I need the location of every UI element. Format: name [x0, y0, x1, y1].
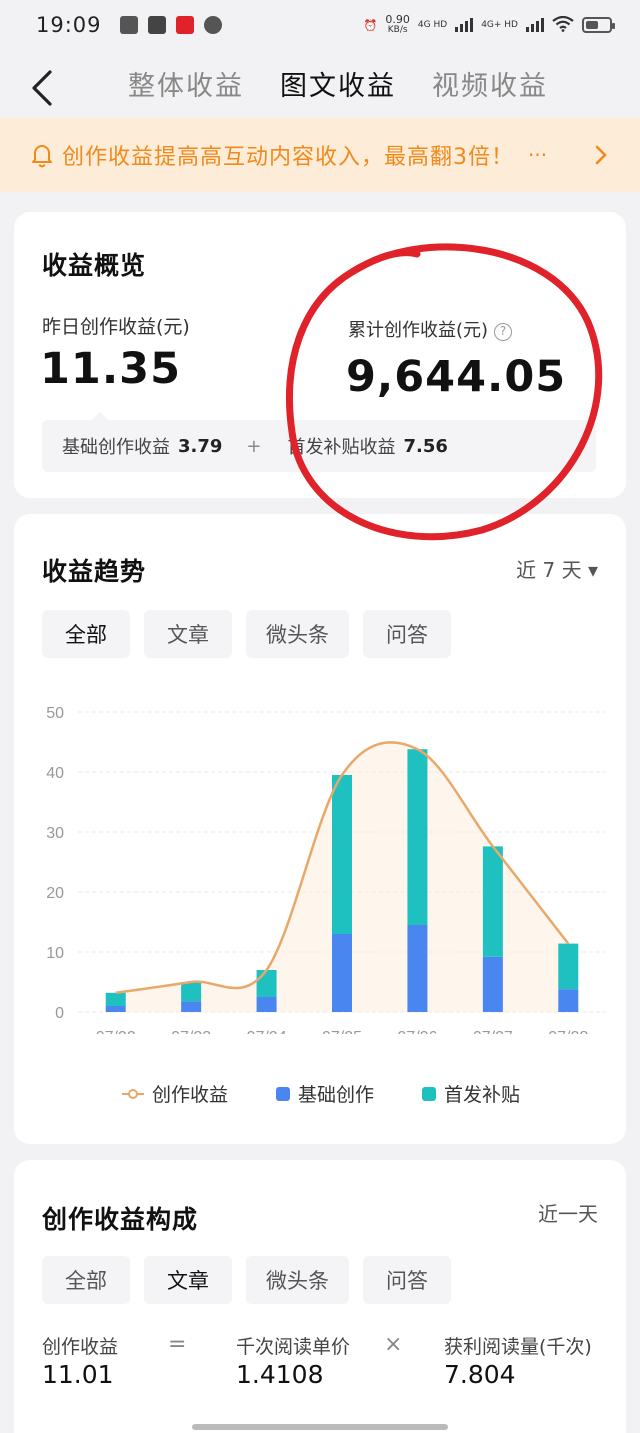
net-speed: 0.90 KB/s — [385, 13, 410, 35]
basic-label: 基础创作收益 — [62, 437, 170, 458]
chart-legend: 创作收益 基础创作 首发补贴 — [122, 1080, 520, 1107]
trend-card: 收益趋势 近 7 天 ▾ 全部 文章 微头条 问答 0 10 20 30 40 50 07/… — [14, 514, 626, 1144]
signal-label-2: 4G+ HD — [481, 20, 518, 30]
tab-overall[interactable]: 整体收益 — [128, 64, 244, 103]
chat-bubble-icon — [203, 16, 222, 34]
bar-basic — [105, 1006, 126, 1012]
legend-item-basic[interactable]: 基础创作 — [276, 1080, 374, 1107]
notification-icons — [119, 16, 222, 34]
status-bar: 19:09 ⏰ 0.90 KB/s 4G HD 4G+ HD — [0, 0, 640, 50]
tab-video[interactable]: 视频收益 — [432, 64, 548, 103]
earn-value: 11.01 — [42, 1360, 114, 1389]
trend-filter-qa[interactable]: 问答 — [363, 610, 451, 658]
mail-icon — [147, 16, 166, 34]
y-tick-label: 20 — [46, 885, 64, 902]
comp-filter-all[interactable]: 全部 — [42, 1256, 130, 1304]
y-tick-label: 0 — [55, 1005, 64, 1022]
heart-app-icon — [175, 16, 194, 34]
status-time: 19:09 — [36, 13, 102, 37]
legend-label-basic: 基础创作 — [298, 1084, 375, 1106]
reads-value: 7.804 — [444, 1360, 516, 1389]
battery-icon — [582, 17, 615, 33]
bar-basic — [256, 997, 277, 1012]
bar-subsidy — [105, 992, 126, 1006]
wifi-icon — [552, 15, 574, 35]
equals-sign: = — [168, 1332, 187, 1357]
comp-filter-article[interactable]: 文章 — [144, 1256, 232, 1304]
price-label: 千次阅读单价 — [236, 1336, 351, 1358]
y-tick-label: 10 — [46, 945, 64, 962]
price-value: 1.4108 — [236, 1360, 324, 1389]
yesterday-value: 11.35 — [40, 344, 182, 394]
banner-text: 创作收益提高高互动内容收入，最高翻3倍！ — [62, 145, 514, 170]
tab-article[interactable]: 图文收益 — [280, 64, 396, 103]
trend-range-dropdown[interactable]: 近 7 天 ▾ — [516, 554, 598, 583]
trend-filter-article[interactable]: 文章 — [144, 610, 232, 658]
bell-icon — [32, 145, 52, 168]
y-tick-label: 30 — [46, 825, 64, 842]
alarm-icon: ⏰ — [363, 18, 378, 32]
banner-ellipsis: ··· — [528, 143, 548, 167]
home-indicator — [192, 1424, 448, 1430]
bar-basic — [181, 1001, 202, 1012]
bar-subsidy — [332, 775, 352, 934]
status-right: ⏰ 0.90 KB/s 4G HD 4G+ HD — [363, 13, 615, 36]
bar-subsidy — [256, 970, 277, 997]
legend-label-total: 创作收益 — [152, 1084, 229, 1106]
earn-label: 创作收益 — [42, 1336, 119, 1358]
top-nav: 整体收益 图文收益 视频收益 — [0, 52, 640, 118]
comp-filter-micro[interactable]: 微头条 — [246, 1256, 349, 1304]
toutiao-app-icon — [119, 16, 138, 34]
bar-basic — [332, 934, 352, 1012]
chevron-right-icon[interactable] — [594, 144, 608, 172]
y-tick-label: 50 — [46, 705, 64, 722]
signal-label-1: 4G HD — [417, 20, 448, 30]
bar-subsidy — [558, 943, 579, 990]
trend-filter-all[interactable]: 全部 — [42, 610, 130, 658]
signal-icon-2 — [526, 18, 544, 32]
legend-label-subsidy: 首发补贴 — [444, 1084, 521, 1106]
x-tick-label: 07/24 — [247, 1029, 287, 1034]
legend-item-total[interactable]: 创作收益 — [122, 1080, 228, 1107]
x-tick-label: 07/23 — [171, 1029, 211, 1034]
revenue-trend-chart: 0 10 20 30 40 50 07/22 07/23 07/24 07/25 07/26 07/2… — [46, 705, 606, 1034]
x-tick-label: 07/28 — [548, 1029, 588, 1034]
x-tick-label: 07/26 — [397, 1029, 437, 1034]
line-marker-icon — [122, 1088, 144, 1099]
basic-value: 3.79 — [178, 435, 223, 457]
x-tick-label: 07/27 — [473, 1029, 513, 1034]
x-tick-label: 07/25 — [322, 1029, 362, 1034]
trend-filters: 全部 文章 微头条 问答 — [42, 610, 451, 658]
legend-swatch-subsidy — [422, 1086, 437, 1101]
composition-range[interactable]: 近一天 — [538, 1198, 598, 1227]
plus-sign: + — [246, 435, 262, 457]
trend-title: 收益趋势 — [42, 557, 147, 586]
reads-label: 获利阅读量(千次) — [444, 1336, 592, 1358]
legend-item-subsidy[interactable]: 首发补贴 — [422, 1080, 520, 1107]
composition-card: 创作收益构成 近一天 全部 文章 微头条 问答 创作收益 11.01 = 千次阅… — [14, 1160, 626, 1433]
legend-swatch-basic — [276, 1086, 291, 1101]
trend-filter-micro[interactable]: 微头条 — [246, 610, 349, 658]
bar-basic — [407, 925, 428, 1012]
composition-filters: 全部 文章 微头条 问答 — [42, 1256, 451, 1304]
overview-title: 收益概览 — [42, 251, 147, 280]
comp-filter-qa[interactable]: 问答 — [363, 1256, 451, 1304]
yesterday-label: 昨日创作收益(元) — [42, 316, 190, 338]
bar-subsidy — [482, 846, 503, 957]
promo-banner[interactable]: 创作收益提高高互动内容收入，最高翻3倍！ ··· — [0, 118, 640, 192]
times-sign: × — [384, 1332, 403, 1357]
bar-subsidy — [181, 982, 202, 1002]
back-arrow-icon[interactable] — [26, 68, 60, 108]
bar-subsidy — [407, 749, 428, 925]
x-tick-label: 07/22 — [96, 1029, 136, 1034]
signal-icon — [455, 18, 474, 32]
red-annotation-circle — [286, 243, 603, 541]
y-tick-label: 40 — [46, 765, 64, 782]
composition-title: 创作收益构成 — [42, 1205, 199, 1234]
bar-basic — [482, 956, 503, 1012]
revenue-tabs: 整体收益 图文收益 视频收益 — [128, 64, 548, 103]
bar-basic — [558, 989, 579, 1012]
